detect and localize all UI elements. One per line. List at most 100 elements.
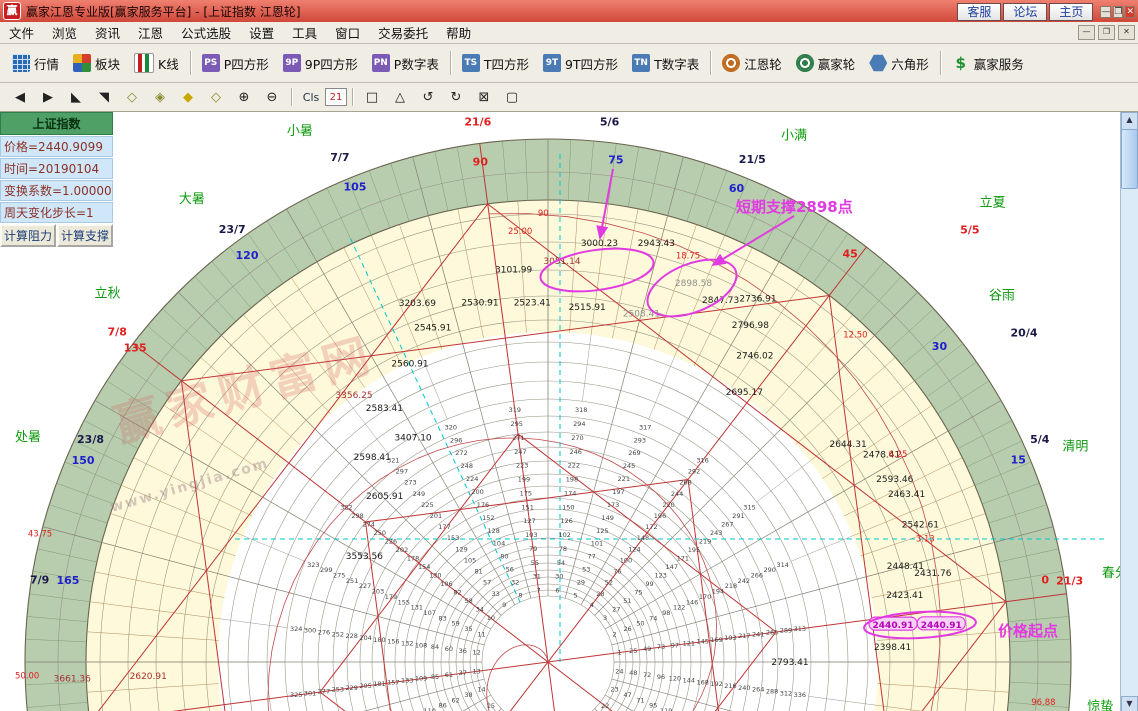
svg-text:315: 315 bbox=[743, 503, 755, 511]
t-square-button[interactable]: TST四方形 bbox=[455, 50, 536, 77]
9t-square-button[interactable]: 9T9T四方形 bbox=[536, 50, 625, 77]
svg-text:5/4: 5/4 bbox=[1030, 433, 1050, 446]
svg-text:251: 251 bbox=[346, 577, 358, 585]
back-tool-button[interactable]: ◀ bbox=[6, 86, 34, 109]
svg-text:225: 225 bbox=[421, 501, 433, 509]
winner-service-button[interactable]: $赢家服务 bbox=[945, 50, 1031, 77]
scroll-up-button[interactable]: ▲ bbox=[1121, 112, 1138, 130]
menu-item-4[interactable]: 江恩 bbox=[129, 24, 172, 43]
svg-text:95: 95 bbox=[649, 702, 657, 710]
menu-item-9[interactable]: 交易委托 bbox=[369, 24, 437, 43]
svg-text:246: 246 bbox=[569, 448, 581, 456]
dashed-box-tool-button[interactable]: ▢ bbox=[498, 86, 526, 109]
svg-text:104: 104 bbox=[493, 540, 505, 548]
svg-text:50.00: 50.00 bbox=[15, 672, 39, 682]
diamond-outline-tool-button[interactable]: ◇ bbox=[118, 86, 146, 109]
t-number-table-button[interactable]: TNT数字表 bbox=[625, 50, 706, 77]
svg-text:272: 272 bbox=[455, 449, 467, 457]
vertical-scrollbar[interactable]: ▲ ▼ bbox=[1120, 112, 1138, 711]
scroll-down-button[interactable]: ▼ bbox=[1121, 696, 1138, 711]
menu-item-6[interactable]: 设置 bbox=[240, 24, 283, 43]
diamond-filled-tool-button[interactable]: ◆ bbox=[174, 86, 202, 109]
svg-text:33: 33 bbox=[492, 590, 500, 598]
svg-text:105: 105 bbox=[344, 181, 367, 194]
hexagon-icon bbox=[869, 54, 887, 72]
rotate-left-tool-button[interactable]: ↺ bbox=[414, 86, 442, 109]
diamond-outline-2-tool-button[interactable]: ◇ bbox=[202, 86, 230, 109]
svg-text:273: 273 bbox=[404, 479, 416, 487]
market-quotes-button[interactable]: 行情 bbox=[5, 50, 66, 77]
svg-text:10: 10 bbox=[487, 614, 495, 622]
sectors-icon bbox=[73, 54, 91, 72]
menu-item-1[interactable]: 文件 bbox=[0, 24, 43, 43]
calc-support-button[interactable]: 计算支撑 bbox=[57, 224, 113, 247]
svg-text:22: 22 bbox=[601, 702, 609, 710]
svg-text:203: 203 bbox=[372, 588, 384, 596]
title-bar: 赢 赢家江恩专业版[赢家服务平台] - [上证指数 江恩轮] 客服论坛主页 —❐… bbox=[0, 0, 1138, 22]
p-number-table-button[interactable]: PNP数字表 bbox=[365, 50, 446, 77]
svg-text:18.75: 18.75 bbox=[676, 251, 700, 261]
svg-text:21/5: 21/5 bbox=[739, 153, 766, 166]
menu-item-5[interactable]: 公式选股 bbox=[172, 24, 240, 43]
scroll-thumb[interactable] bbox=[1121, 129, 1138, 189]
customer-service-button[interactable]: 客服 bbox=[957, 3, 1001, 21]
p-square-button[interactable]: PSP四方形 bbox=[195, 50, 276, 77]
menu-item-3[interactable]: 资讯 bbox=[86, 24, 129, 43]
winner-wheel-button[interactable]: 赢家轮 bbox=[789, 50, 863, 77]
rect-tool-tool-button[interactable]: □ bbox=[358, 86, 386, 109]
svg-text:13: 13 bbox=[472, 667, 480, 675]
svg-text:101: 101 bbox=[591, 540, 603, 548]
zoom-in-tool-button[interactable]: ⊕ bbox=[230, 86, 258, 109]
svg-text:275: 275 bbox=[333, 572, 345, 580]
forward-tool-button[interactable]: ▶ bbox=[34, 86, 62, 109]
svg-text:2644.31: 2644.31 bbox=[830, 440, 867, 450]
svg-text:242: 242 bbox=[738, 577, 750, 585]
kline-button[interactable]: K线 bbox=[127, 49, 186, 77]
mdi-restore-button[interactable]: ❐ bbox=[1098, 25, 1115, 40]
svg-text:325: 325 bbox=[290, 691, 302, 699]
calendar-21-tool-button[interactable]: 21 bbox=[325, 88, 347, 106]
maximize-button[interactable]: ❐ bbox=[1113, 6, 1123, 18]
svg-text:290: 290 bbox=[764, 566, 776, 574]
gann-wheel-button[interactable]: 江恩轮 bbox=[715, 50, 789, 77]
home-button[interactable]: 主页 bbox=[1049, 3, 1093, 21]
svg-text:294: 294 bbox=[573, 420, 585, 428]
svg-text:155: 155 bbox=[398, 598, 410, 606]
rotate-right-tool-button[interactable]: ↻ bbox=[442, 86, 470, 109]
zoom-out-tool-button[interactable]: ⊖ bbox=[258, 86, 286, 109]
close-button[interactable]: ✕ bbox=[1125, 6, 1135, 18]
svg-text:43.75: 43.75 bbox=[28, 529, 52, 539]
marker-down-tool-button[interactable]: ◣ bbox=[62, 86, 90, 109]
triangle-tool-tool-button[interactable]: △ bbox=[386, 86, 414, 109]
menu-item-8[interactable]: 窗口 bbox=[326, 24, 369, 43]
cls-tool-button[interactable]: Cls bbox=[297, 86, 325, 109]
diamond-inner-tool-button[interactable]: ◈ bbox=[146, 86, 174, 109]
marker-up-tool-button[interactable]: ◥ bbox=[90, 86, 118, 109]
svg-text:58: 58 bbox=[465, 597, 473, 605]
svg-text:31: 31 bbox=[533, 573, 541, 581]
sectors-button[interactable]: 板块 bbox=[66, 50, 127, 77]
mdi-minimize-button[interactable]: — bbox=[1078, 25, 1095, 40]
svg-text:2593.46: 2593.46 bbox=[876, 475, 913, 485]
close-box-tool-button[interactable]: ⊠ bbox=[470, 86, 498, 109]
9p-square-button[interactable]: 9P9P四方形 bbox=[276, 50, 365, 77]
mdi-close-button[interactable]: ✕ bbox=[1118, 25, 1135, 40]
window-title: 赢家江恩专业版[赢家服务平台] - [上证指数 江恩轮] bbox=[26, 3, 301, 20]
svg-text:168: 168 bbox=[696, 678, 708, 686]
svg-text:146: 146 bbox=[686, 598, 698, 606]
svg-text:291: 291 bbox=[732, 512, 744, 520]
minimize-button[interactable]: — bbox=[1100, 6, 1111, 18]
hexagon-button[interactable]: 六角形 bbox=[862, 50, 936, 77]
forum-button[interactable]: 论坛 bbox=[1003, 3, 1047, 21]
svg-text:51: 51 bbox=[623, 597, 631, 605]
svg-text:318: 318 bbox=[575, 406, 587, 414]
svg-text:122: 122 bbox=[673, 604, 685, 612]
svg-text:220: 220 bbox=[662, 501, 674, 509]
menu-item-10[interactable]: 帮助 bbox=[437, 24, 480, 43]
calc-resistance-button[interactable]: 计算阻力 bbox=[0, 224, 56, 247]
menu-item-2[interactable]: 浏览 bbox=[43, 24, 86, 43]
svg-text:265: 265 bbox=[766, 629, 778, 637]
svg-text:14: 14 bbox=[477, 686, 485, 694]
menu-item-7[interactable]: 工具 bbox=[283, 24, 326, 43]
svg-text:61: 61 bbox=[445, 671, 453, 679]
